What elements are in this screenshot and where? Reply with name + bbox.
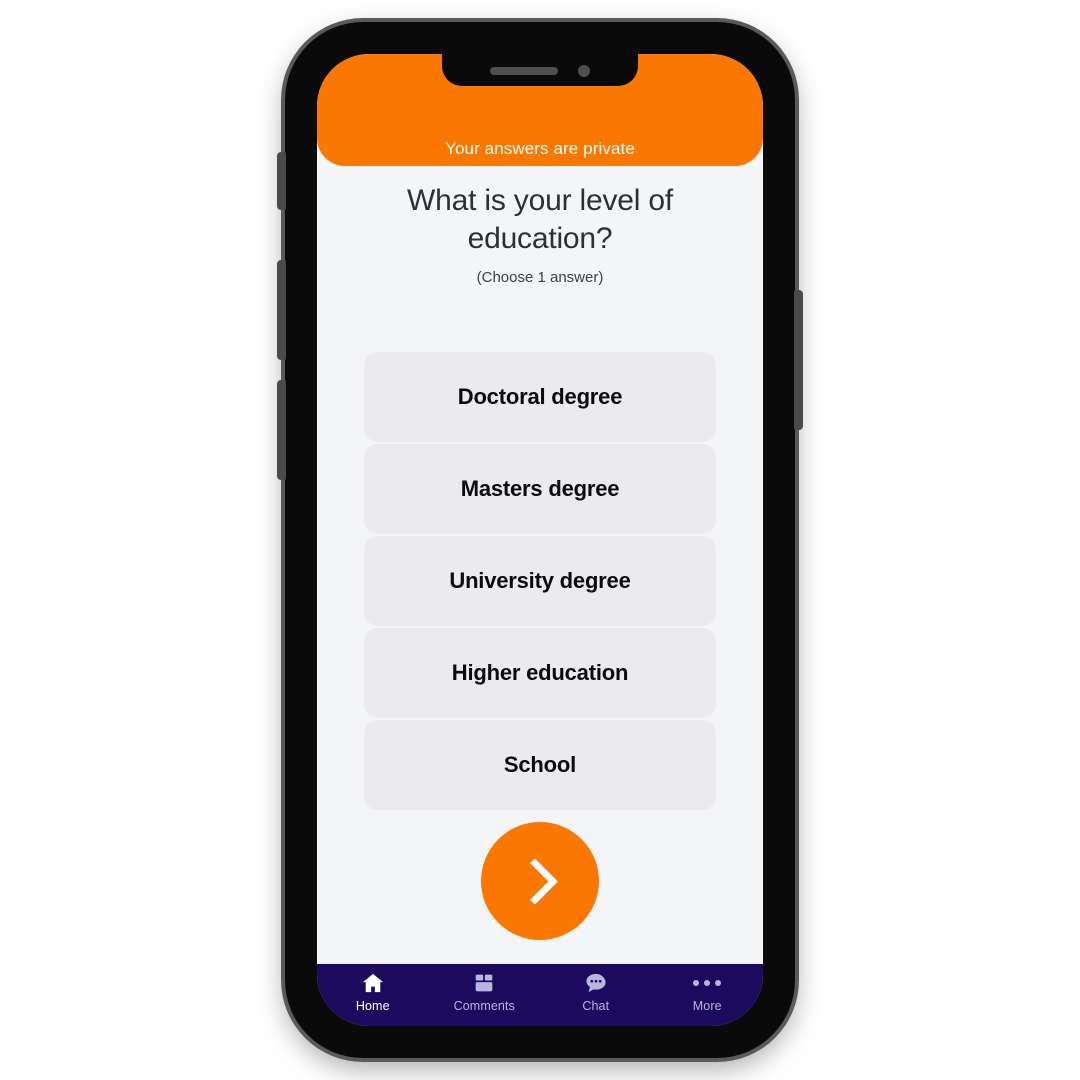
home-icon: [362, 972, 384, 994]
volume-down-button[interactable]: [277, 380, 286, 480]
question-title: What is your level of education?: [407, 184, 673, 256]
nav-item-label: More: [692, 999, 722, 1013]
chevron-right-icon: [511, 857, 558, 905]
nav-item-chat[interactable]: Chat: [546, 972, 646, 1013]
answer-option-doctoral[interactable]: Doctoral degree: [364, 352, 716, 442]
answer-option-higher-education[interactable]: Higher education: [364, 628, 716, 718]
nav-item-home[interactable]: Home: [323, 972, 423, 1013]
answer-option-label: Doctoral degree: [457, 384, 623, 409]
next-question-button[interactable]: [481, 822, 599, 940]
nav-item-comments[interactable]: Comments: [434, 972, 534, 1013]
chat-icon: [585, 972, 607, 994]
nav-item-label: Home: [355, 999, 390, 1013]
speaker-grille-icon: [490, 67, 558, 75]
question-block: What is your level of education? (Choose…: [317, 182, 763, 286]
answer-option-label: Higher education: [451, 660, 629, 685]
nav-item-more[interactable]: More: [657, 972, 757, 1013]
bottom-navigation-bar: Home Comments Chat More: [317, 964, 763, 1026]
ellipsis-icon: [693, 972, 722, 994]
answer-options-list: Doctoral degree Masters degree Universit…: [364, 352, 716, 812]
answer-option-masters[interactable]: Masters degree: [364, 444, 716, 534]
nav-item-label: Chat: [582, 999, 610, 1013]
privacy-notice-text: Your answers are private: [445, 139, 635, 158]
nav-item-label: Comments: [453, 999, 515, 1013]
front-camera-icon: [578, 65, 590, 77]
box-icon: [474, 972, 494, 994]
answer-option-label: Masters degree: [460, 476, 620, 501]
phone-frame: Your answers are private What is your le…: [277, 22, 803, 1058]
phone-screen: Your answers are private What is your le…: [317, 54, 763, 1026]
answer-option-school[interactable]: School: [364, 720, 716, 810]
answer-option-university[interactable]: University degree: [364, 536, 716, 626]
question-subtitle: (Choose 1 answer): [476, 268, 604, 286]
phone-notch: [442, 54, 638, 86]
power-button[interactable]: [794, 290, 803, 430]
volume-up-button[interactable]: [277, 260, 286, 360]
silent-switch-button[interactable]: [277, 152, 286, 210]
answer-option-label: School: [503, 752, 577, 777]
screenshot-stage: Your answers are private What is your le…: [0, 0, 1080, 1080]
answer-option-label: University degree: [449, 568, 631, 593]
